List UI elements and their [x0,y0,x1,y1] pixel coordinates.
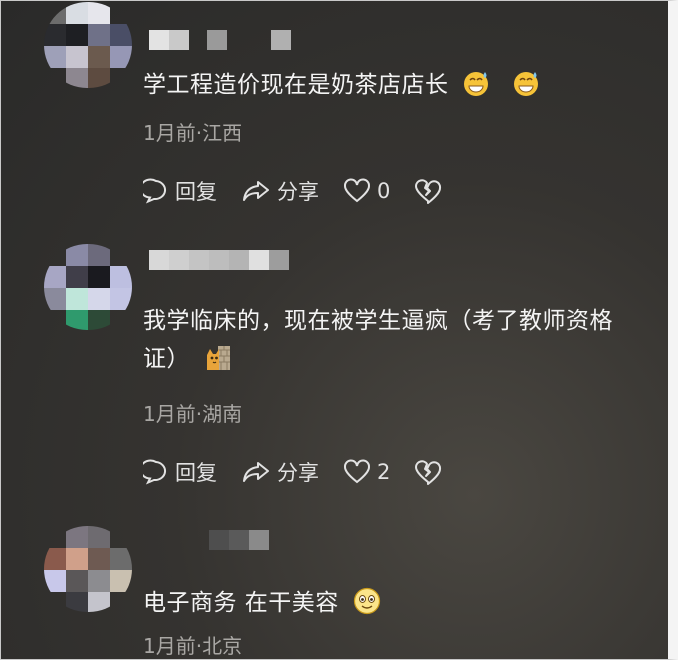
comment-text: 我学临床的，现在被学生逼疯（考了教师资格证） [143,308,613,372]
cat-behind-wall-emoji [206,346,230,370]
comment-actions: 回复 分享 0 [143,176,472,206]
comment-actions: 回复 分享 2 [143,457,472,487]
like-button[interactable]: 2 [343,459,390,485]
comment-meta: 1月前·北京 [143,634,243,658]
share-arrow-icon [243,462,269,482]
comment-icon [143,178,166,204]
comment-text: 学工程造价现在是奶茶店店长 [143,66,643,104]
smile-emoji [353,587,380,615]
share-button[interactable]: 分享 [241,176,319,206]
reply-button[interactable]: 回复 [143,176,217,206]
broken-heart-icon [415,179,442,204]
like-button[interactable]: 0 [343,178,390,204]
reply-button[interactable]: 回复 [143,457,217,487]
username-blurred[interactable] [149,530,269,550]
username-blurred[interactable] [149,30,291,50]
username-blurred[interactable] [149,250,289,270]
heart-icon [344,459,370,484]
comment-text: 电子商务 在干美容 [143,584,643,622]
grin-sweat-emoji [514,72,539,96]
share-arrow-icon [243,181,269,201]
grin-sweat-emoji [464,72,489,96]
share-button[interactable]: 分享 [241,457,319,487]
comment-meta: 1月前·江西 [143,121,243,145]
dislike-button[interactable] [414,178,448,204]
heart-icon [344,178,370,203]
comment-icon [143,459,166,485]
broken-heart-icon [415,460,442,485]
avatar[interactable] [44,526,132,612]
comment-meta: 1月前·湖南 [143,402,243,426]
avatar[interactable] [44,2,132,88]
dislike-button[interactable] [414,459,448,485]
avatar[interactable] [44,244,132,330]
